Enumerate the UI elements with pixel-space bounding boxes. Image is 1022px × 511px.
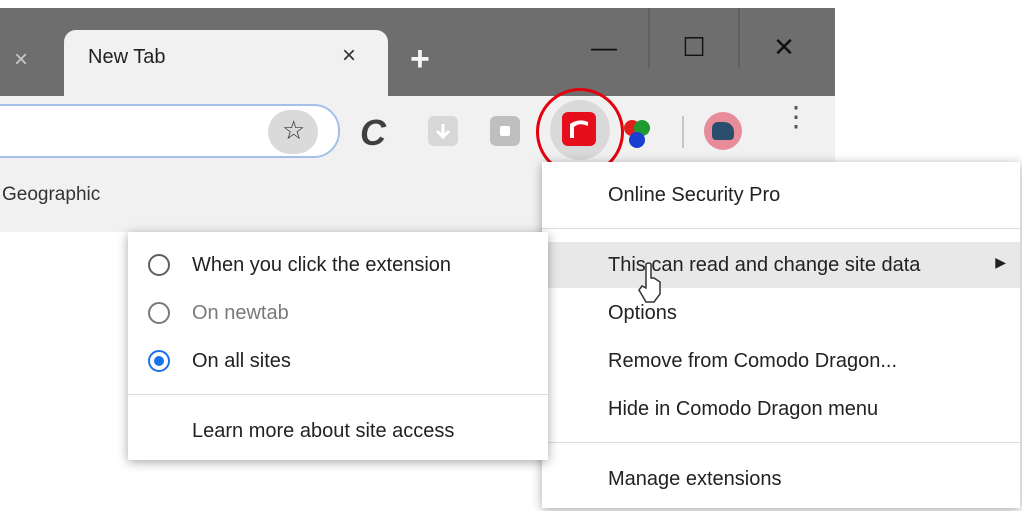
colored-balls-icon[interactable] (616, 116, 656, 152)
tab-close-icon[interactable]: × (342, 42, 356, 70)
menu-item-extension-name[interactable]: Online Security Pro (542, 172, 1020, 218)
download-icon[interactable] (428, 116, 458, 146)
menu-item-options[interactable]: Options (542, 290, 1020, 336)
tab-title: New Tab (88, 46, 166, 68)
radio-label: When you click the extension (192, 254, 452, 276)
menu-item-manage-extensions[interactable]: Manage extensions (542, 456, 1020, 502)
site-access-submenu: When you click the extension On newtab O… (128, 232, 548, 460)
radio-option-all-sites[interactable]: On all sites (128, 338, 548, 384)
kebab-menu-icon[interactable]: ⋮ (782, 103, 810, 131)
toolbar-divider (682, 116, 684, 148)
colored-balls-glyph-icon (624, 120, 650, 148)
submenu-divider (128, 394, 548, 395)
menu-divider (542, 228, 1020, 229)
menu-item-label: Manage extensions (608, 468, 782, 490)
menu-item-label: Online Security Pro (608, 184, 781, 206)
extension-context-menu: Online Security Pro This can read and ch… (542, 162, 1020, 508)
bookmark-star-icon: ☆ (282, 115, 306, 145)
menu-item-site-access[interactable]: This can read and change site data ▶ (542, 242, 1020, 288)
avatar-icon (712, 122, 734, 140)
inactive-tab-close-icon[interactable]: × (14, 46, 28, 74)
download-arrow-icon (435, 124, 451, 140)
maximize-button[interactable]: ☐ (650, 8, 738, 96)
new-tab-button[interactable]: + (410, 40, 430, 79)
menu-item-label: Hide in Comodo Dragon menu (608, 398, 879, 420)
minimize-button[interactable]: — (560, 8, 648, 96)
radio-button[interactable] (148, 254, 170, 276)
radio-option-on-newtab: On newtab (128, 290, 548, 336)
menu-divider (542, 442, 1020, 443)
mouse-cursor-icon (638, 262, 661, 303)
menu-item-label: Remove from Comodo Dragon... (608, 350, 898, 372)
menu-item-hide[interactable]: Hide in Comodo Dragon menu (542, 386, 1020, 432)
radio-label: On newtab (192, 302, 289, 324)
menu-item-remove[interactable]: Remove from Comodo Dragon... (542, 338, 1020, 384)
close-window-button[interactable]: ✕ (740, 8, 828, 96)
radio-button (148, 302, 170, 324)
bookmark-item[interactable]: Geographic (2, 184, 100, 206)
submenu-arrow-icon: ▶ (995, 254, 1006, 270)
radio-button-checked[interactable] (148, 350, 170, 372)
menu-item-label: Options (608, 302, 677, 324)
radio-option-on-click[interactable]: When you click the extension (128, 242, 548, 288)
dice-extension-icon[interactable] (490, 116, 520, 146)
learn-more-link[interactable]: Learn more about site access (192, 420, 454, 443)
radio-label: On all sites (192, 350, 291, 372)
comodo-c-icon[interactable]: C (360, 112, 386, 154)
